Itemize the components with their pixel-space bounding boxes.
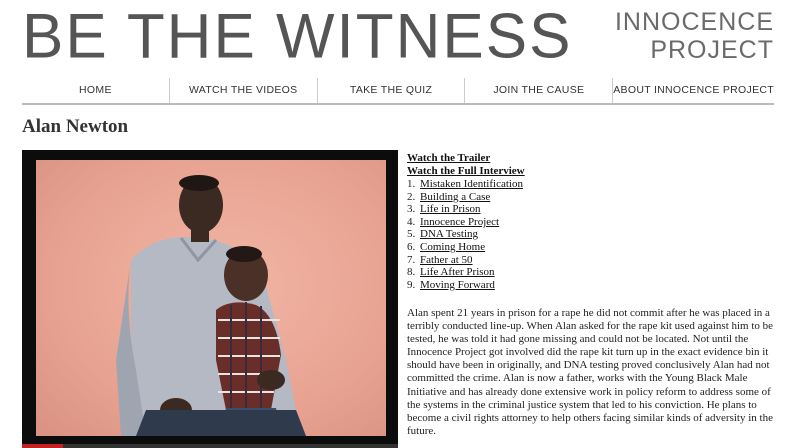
chapter-link[interactable]: Life in Prison (420, 203, 481, 215)
nav-take-quiz[interactable]: TAKE THE QUIZ (316, 78, 465, 103)
chapter-number: 5. (407, 228, 416, 241)
list-item: 7. Father at 50 (407, 254, 525, 267)
chapter-number: 1. (407, 178, 416, 190)
list-item: 5. DNA Testing (407, 228, 525, 241)
video-still-image (116, 175, 306, 436)
chapter-number: 2. (407, 190, 416, 203)
nav-home[interactable]: HOME (22, 78, 169, 103)
list-item: 3. Life in Prison (407, 203, 525, 216)
site-logo[interactable]: BE THE WITNESS (22, 1, 573, 72)
chapter-link[interactable]: Moving Forward (420, 279, 495, 291)
chapter-link[interactable]: Father at 50 (420, 254, 473, 266)
chapter-link[interactable]: Life After Prison (420, 266, 495, 278)
video-player[interactable] (22, 150, 398, 448)
chapter-number: 6. (407, 240, 416, 253)
chapter-link[interactable]: Innocence Project (420, 216, 499, 228)
chapter-number: 9. (407, 278, 416, 291)
list-item: 9. Moving Forward (407, 279, 525, 292)
brand-line-2: PROJECT (650, 36, 774, 64)
list-item: 1. Mistaken Identification (407, 178, 525, 191)
watch-full-interview-link[interactable]: Watch the Full Interview (407, 165, 525, 178)
video-progress-bar[interactable] (22, 444, 398, 448)
main-nav: HOME WATCH THE VIDEOS TAKE THE QUIZ JOIN… (22, 78, 774, 105)
nav-about[interactable]: ABOUT INNOCENCE PROJECT (612, 78, 774, 103)
chapter-number: 7. (407, 253, 416, 266)
nav-join-cause[interactable]: JOIN THE CAUSE (464, 78, 612, 103)
video-links: Watch the Trailer Watch the Full Intervi… (407, 152, 525, 291)
chapter-link[interactable]: DNA Testing (420, 228, 478, 240)
watch-trailer-link[interactable]: Watch the Trailer (407, 152, 525, 165)
chapter-link[interactable]: Mistaken Identification (420, 178, 523, 190)
nav-watch-videos[interactable]: WATCH THE VIDEOS (168, 78, 317, 103)
chapter-list: 1. Mistaken Identification 2. Building a C… (407, 178, 525, 291)
video-progress-fill (22, 444, 64, 448)
chapter-link[interactable]: Building a Case (420, 191, 490, 203)
chapter-number: 4. (407, 215, 416, 228)
video-frame (36, 160, 386, 436)
chapter-number: 8. (407, 266, 416, 279)
chapter-number: 3. (407, 203, 416, 216)
list-item: 4. Innocence Project (407, 216, 525, 229)
brand-line-1: INNOCENCE (614, 8, 774, 36)
page-title: Alan Newton (22, 116, 129, 137)
list-item: 8. Life After Prison (407, 266, 525, 279)
bio-description: Alan spent 21 years in prison for a rape… (407, 307, 774, 437)
list-item: 6. Coming Home (407, 241, 525, 254)
chapter-link[interactable]: Coming Home (420, 241, 485, 253)
innocence-project-brand[interactable]: INNOCENCE PROJECT (615, 8, 774, 64)
list-item: 2. Building a Case (407, 191, 525, 204)
